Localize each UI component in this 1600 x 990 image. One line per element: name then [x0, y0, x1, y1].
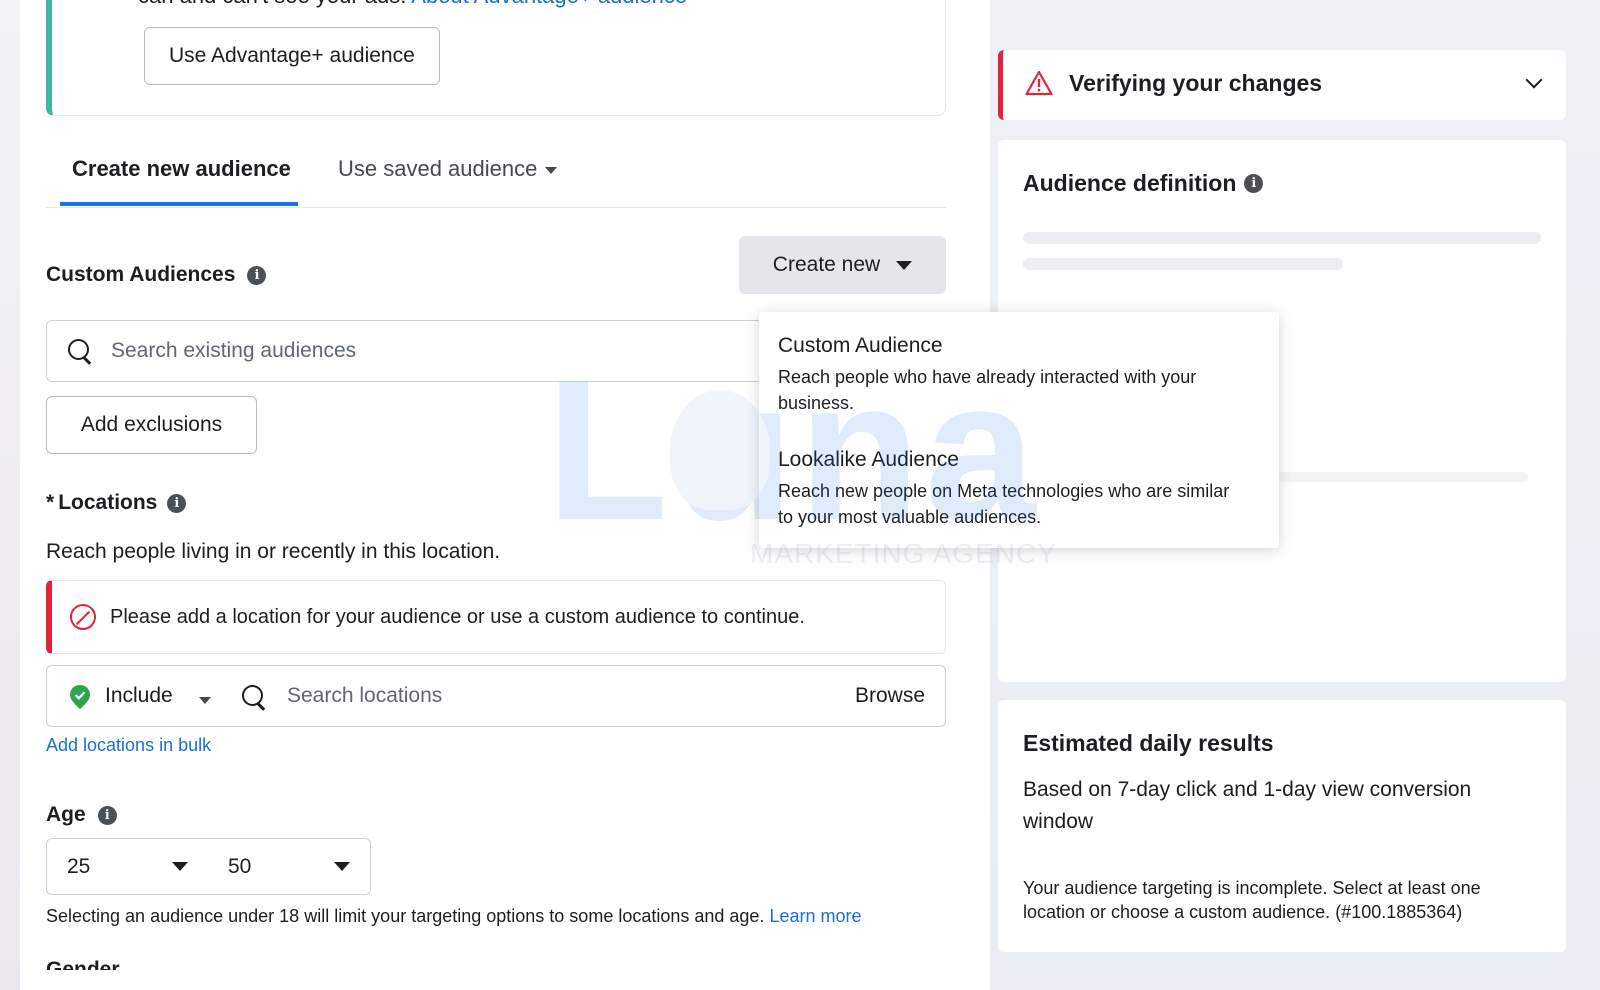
info-icon[interactable]: i — [247, 265, 267, 285]
info-icon[interactable]: i — [97, 805, 117, 825]
tab-use-saved-audience[interactable]: Use saved audience — [338, 156, 558, 182]
dropdown-item-lookalike-audience[interactable]: Lookalike Audience Reach new people on M… — [778, 448, 1248, 530]
estimated-results-desc: Based on 7-day click and 1-day view conv… — [1023, 778, 1472, 833]
chevron-down-icon[interactable] — [199, 697, 211, 704]
audience-definition-label: Audience definition — [1023, 170, 1237, 196]
learn-more-link[interactable]: Learn more — [769, 906, 861, 926]
verifying-changes-title: Verifying your changes — [1069, 70, 1323, 96]
left-edge-strip — [0, 0, 20, 990]
main-panel: can and can't see your ads. About Advant… — [20, 0, 1279, 990]
use-advantage-audience-button[interactable]: Use Advantage+ audience — [144, 27, 440, 85]
custom-audience-title: Custom Audience — [778, 334, 943, 357]
search-icon — [241, 684, 267, 710]
estimated-daily-results-card: Estimated daily results Based on 7-day c… — [998, 700, 1566, 952]
dropdown-item-custom-audience[interactable]: Custom Audience Reach people who have al… — [778, 334, 1248, 416]
age-max-select[interactable]: 50 — [208, 838, 371, 895]
include-dropdown[interactable]: Include — [105, 684, 173, 708]
advantage-audience-card: can and can't see your ads. About Advant… — [46, 0, 946, 116]
info-icon[interactable]: i — [167, 493, 187, 513]
search-existing-audiences-input[interactable]: Search existing audiences — [46, 320, 766, 382]
locations-description: Reach people living in or recently in th… — [46, 540, 501, 563]
info-icon[interactable]: i — [1244, 174, 1264, 193]
advantage-cut-text: can and can't see your ads. About Advant… — [138, 0, 687, 9]
lookalike-audience-title: Lookalike Audience — [778, 448, 959, 471]
estimated-results-title: Estimated daily results — [1023, 730, 1274, 756]
lookalike-audience-desc: Reach new people on Meta technologies wh… — [778, 481, 1230, 527]
create-new-button[interactable]: Create new — [739, 236, 946, 294]
prohibited-icon — [70, 604, 96, 630]
caret-down-icon — [172, 862, 188, 871]
browse-button[interactable]: Browse — [855, 684, 925, 708]
add-exclusions-button[interactable]: Add exclusions — [46, 396, 257, 454]
custom-audience-desc: Reach people who have already interacted… — [778, 367, 1197, 413]
audience-definition-title: Audience definition i — [1023, 170, 1264, 197]
loading-placeholder — [1023, 258, 1343, 270]
location-search-row: Include Search locations Browse — [46, 665, 946, 727]
loading-placeholder — [1278, 472, 1528, 482]
lightbulb-icon — [670, 390, 770, 510]
required-mark: * — [46, 491, 55, 514]
audience-tabs: Create new audience Use saved audience — [46, 140, 946, 208]
about-advantage-link[interactable]: About Advantage+ audience — [411, 0, 687, 8]
verifying-changes-card[interactable]: Verifying your changes — [998, 50, 1566, 120]
locations-label: Locations — [58, 491, 158, 514]
custom-audiences-label: Custom Audiences — [46, 263, 236, 286]
tab-create-new-audience[interactable]: Create new audience — [72, 156, 291, 182]
active-tab-indicator — [60, 202, 298, 206]
age-min-select[interactable]: 25 — [46, 838, 209, 895]
gender-title: Gender — [46, 958, 120, 970]
age-note-text: Selecting an audience under 18 will limi… — [46, 906, 765, 926]
estimated-results-note: Your audience targeting is incomplete. S… — [1023, 878, 1481, 922]
chevron-down-icon — [545, 167, 558, 174]
search-icon — [67, 338, 93, 364]
create-new-dropdown-menu: Custom Audience Reach people who have al… — [759, 312, 1279, 548]
location-pin-icon — [70, 685, 90, 709]
custom-audiences-title: Custom Audiences i — [46, 263, 267, 287]
caret-down-icon — [334, 862, 350, 871]
age-label: Age — [46, 803, 86, 826]
warning-icon — [1025, 70, 1053, 96]
age-title: Age i — [46, 803, 117, 827]
search-locations-input[interactable]: Search locations — [287, 684, 442, 708]
location-error-text: Please add a location for your audience … — [110, 605, 805, 628]
create-new-label: Create new — [772, 253, 881, 276]
age-note: Selecting an audience under 18 will limi… — [46, 906, 862, 927]
age-min-value: 25 — [67, 854, 91, 878]
locations-title: * Locations i — [46, 491, 187, 515]
loading-placeholder — [1023, 232, 1541, 244]
age-max-value: 50 — [228, 854, 252, 878]
chevron-down-icon[interactable] — [1525, 71, 1543, 89]
caret-down-icon — [896, 260, 913, 270]
tab-saved-label: Use saved audience — [338, 156, 538, 181]
search-audiences-placeholder: Search existing audiences — [111, 339, 357, 362]
location-error-banner: Please add a location for your audience … — [46, 580, 946, 654]
advantage-cut-label: can and can't see your ads. — [138, 0, 406, 8]
add-locations-bulk-link[interactable]: Add locations in bulk — [46, 735, 211, 756]
